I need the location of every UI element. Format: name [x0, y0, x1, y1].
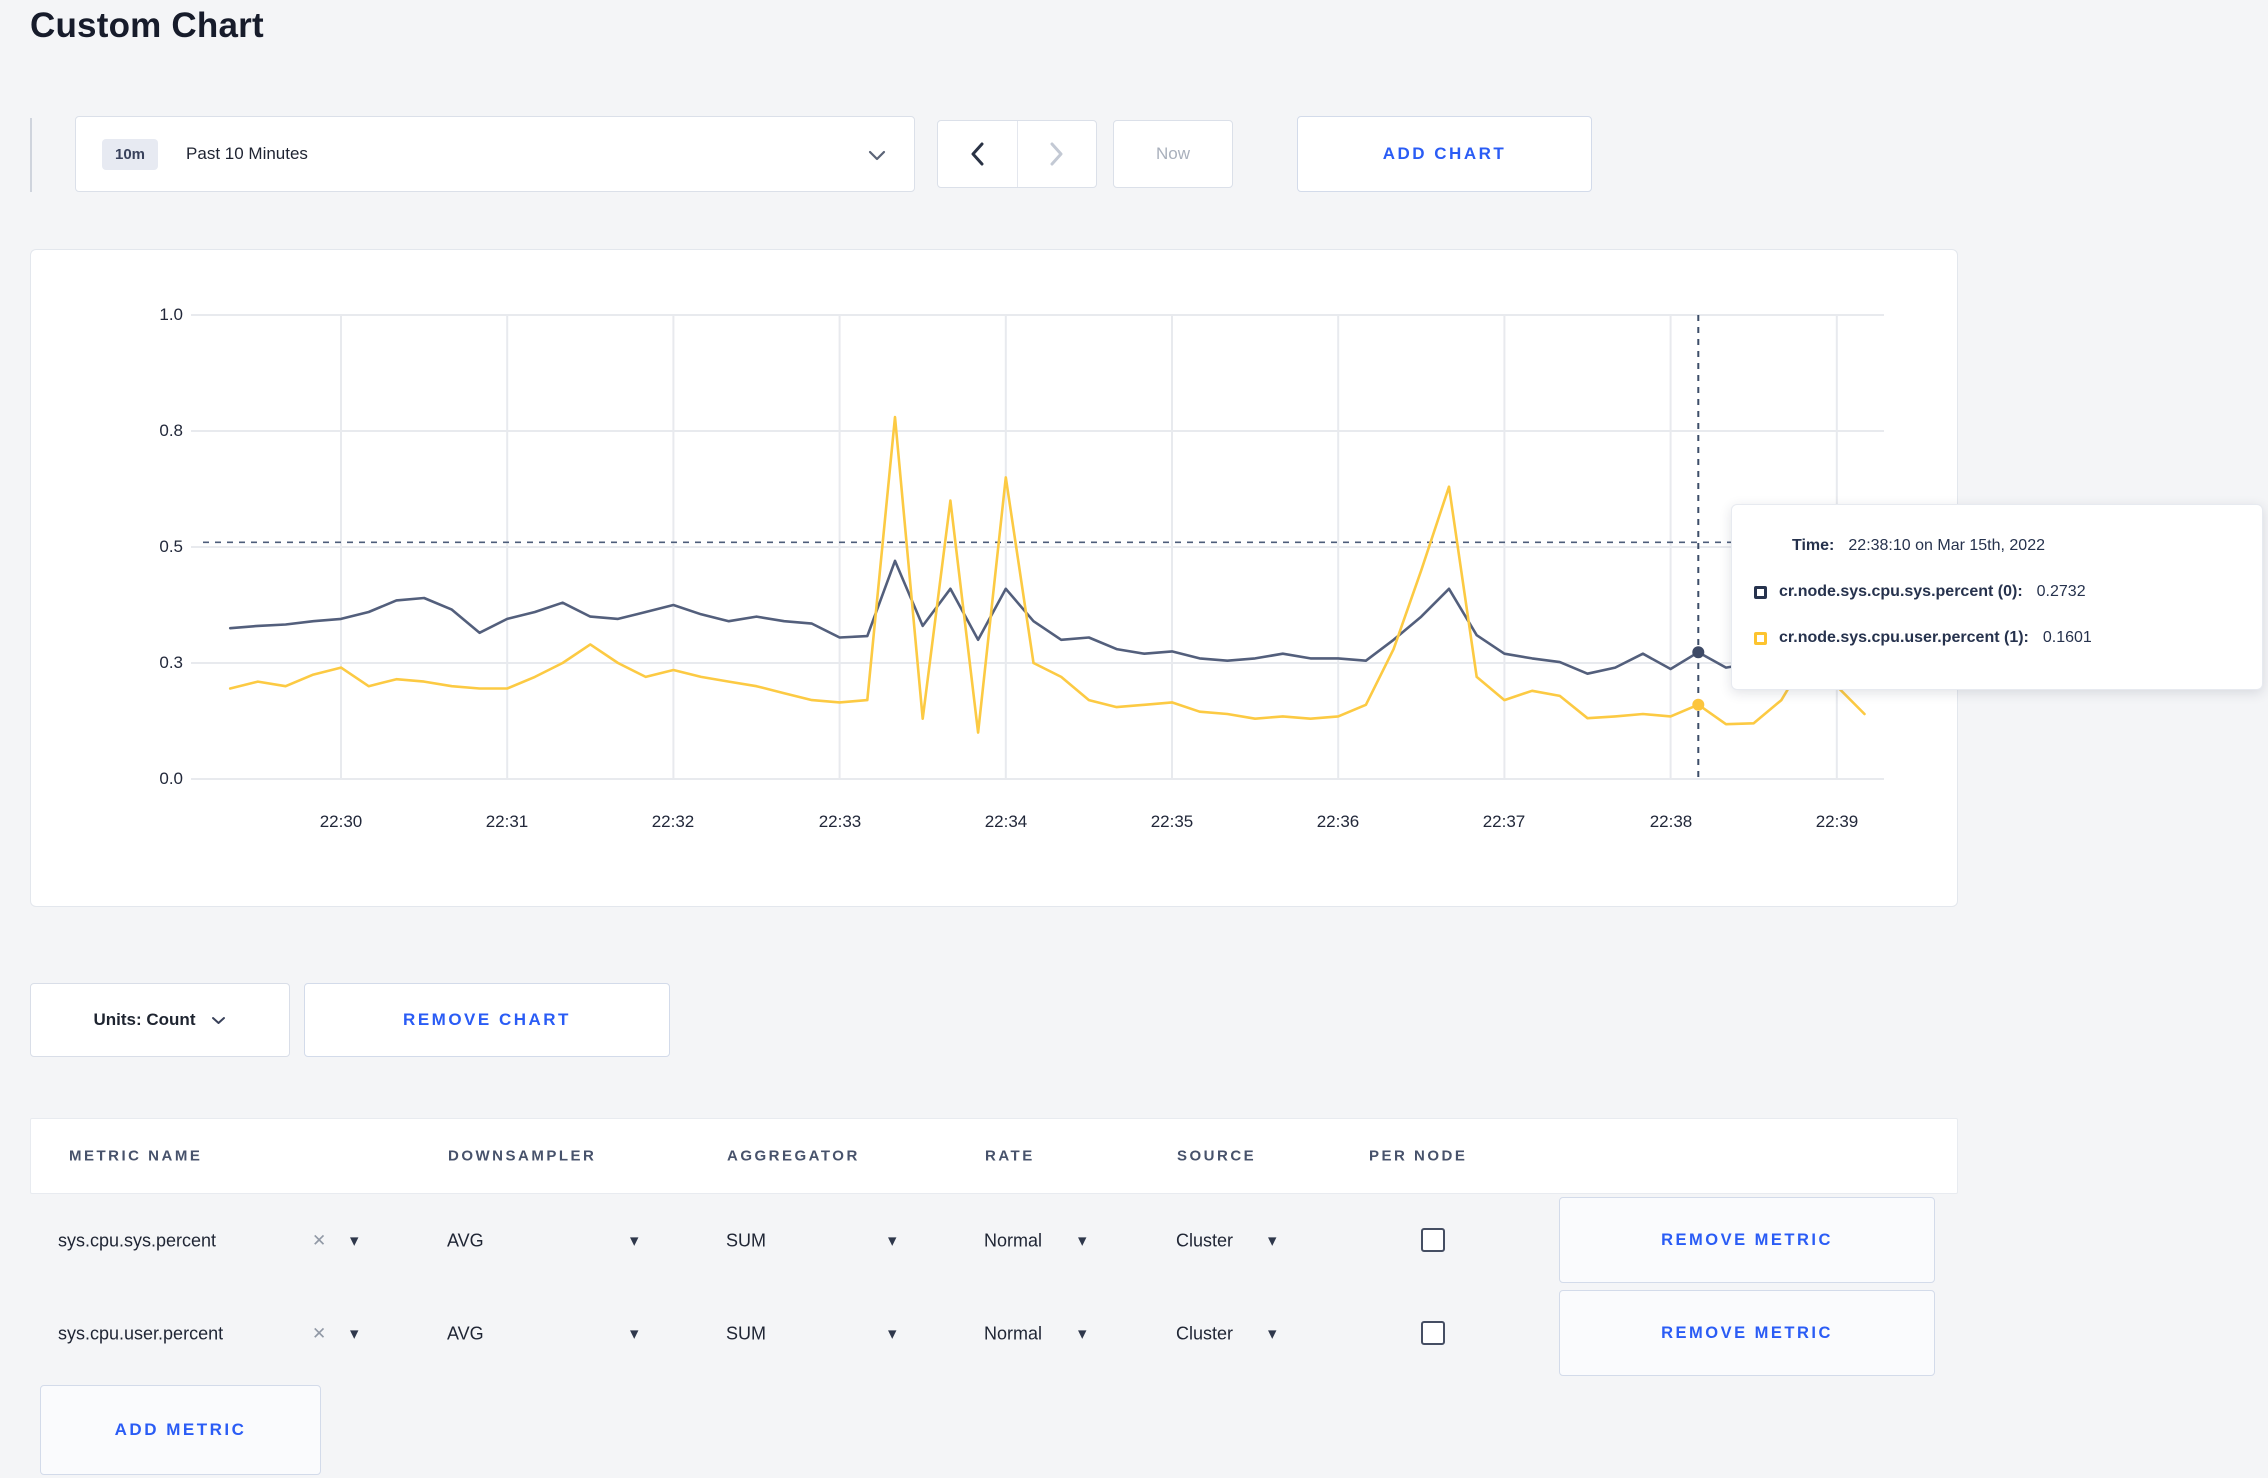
page-title: Custom Chart — [30, 6, 264, 45]
caret-down-icon[interactable]: ▼ — [630, 1234, 638, 1247]
add-metric-button[interactable]: ADD METRIC — [40, 1385, 321, 1475]
time-range-select[interactable]: 10m Past 10 Minutes — [75, 116, 915, 192]
metric-row: sys.cpu.user.percent ✕ ▼ AVG ▼ SUM ▼ Nor… — [0, 1287, 2268, 1380]
tooltip-series-value: 0.2732 — [2036, 583, 2086, 600]
x-axis-tick: 22:36 — [1316, 812, 1360, 831]
tooltip-swatch — [1754, 585, 1767, 599]
x-axis-tick: 22:39 — [1815, 812, 1859, 831]
chevron-down-icon — [868, 150, 886, 161]
tooltip-series-value: 0.1601 — [2042, 629, 2092, 646]
rate-select[interactable]: Normal — [984, 1230, 1042, 1251]
x-axis-tick: 22:37 — [1482, 812, 1526, 831]
caret-down-icon[interactable]: ▼ — [350, 1234, 358, 1247]
prev-time-button[interactable] — [938, 121, 1017, 187]
remove-metric-button[interactable]: REMOVE METRIC — [1559, 1197, 1935, 1283]
remove-metric-button[interactable]: REMOVE METRIC — [1559, 1290, 1935, 1376]
caret-down-icon[interactable]: ▼ — [888, 1327, 896, 1340]
toolbar-divider — [30, 118, 32, 192]
col-header-metric-name: METRIC NAME — [69, 1147, 203, 1165]
time-range-badge: 10m — [102, 138, 159, 170]
clear-metric-icon[interactable]: ✕ — [312, 1324, 326, 1344]
units-select[interactable]: Units: Count — [30, 983, 290, 1057]
metric-row: sys.cpu.sys.percent ✕ ▼ AVG ▼ SUM ▼ Norm… — [0, 1194, 2268, 1287]
caret-down-icon[interactable]: ▼ — [350, 1327, 358, 1340]
col-header-rate: RATE — [985, 1147, 1035, 1165]
caret-down-icon[interactable]: ▼ — [1268, 1234, 1276, 1247]
col-header-source: SOURCE — [1177, 1147, 1257, 1165]
x-axis-tick: 22:33 — [818, 812, 862, 831]
chevron-down-icon — [211, 1016, 226, 1025]
custom-chart-page: Custom Chart 10m Past 10 Minutes Now ADD… — [0, 0, 2268, 1478]
clear-metric-icon[interactable]: ✕ — [312, 1231, 326, 1251]
caret-down-icon[interactable]: ▼ — [1078, 1327, 1086, 1340]
remove-chart-button[interactable]: REMOVE CHART — [304, 983, 670, 1057]
y-axis-tick: 0.3 — [159, 653, 183, 672]
rate-select[interactable]: Normal — [984, 1323, 1042, 1344]
caret-down-icon[interactable]: ▼ — [1268, 1327, 1276, 1340]
caret-down-icon[interactable]: ▼ — [888, 1234, 896, 1247]
x-axis-tick: 22:35 — [1150, 812, 1194, 831]
x-axis-tick: 22:30 — [319, 812, 363, 831]
per-node-checkbox[interactable] — [1421, 1228, 1445, 1252]
chevron-left-icon — [970, 142, 984, 166]
y-axis-tick: 0.5 — [159, 537, 183, 556]
add-chart-button[interactable]: ADD CHART — [1297, 116, 1592, 192]
downsampler-select[interactable]: AVG — [447, 1230, 484, 1251]
per-node-checkbox[interactable] — [1421, 1321, 1445, 1345]
metric-name-value[interactable]: sys.cpu.sys.percent — [58, 1230, 216, 1251]
x-axis-tick: 22:32 — [651, 812, 695, 831]
chevron-right-icon — [1050, 142, 1064, 166]
next-time-button[interactable] — [1016, 121, 1097, 187]
col-header-aggregator: AGGREGATOR — [727, 1147, 860, 1165]
tooltip-time-value: 22:38:10 on Mar 15th, 2022 — [1848, 537, 2045, 554]
x-axis-tick: 22:34 — [984, 812, 1028, 831]
source-select[interactable]: Cluster — [1176, 1230, 1233, 1251]
x-axis-tick: 22:31 — [485, 812, 529, 831]
y-axis-tick: 1.0 — [159, 305, 183, 324]
col-header-downsampler: DOWNSAMPLER — [448, 1147, 597, 1165]
tooltip-series-label: cr.node.sys.cpu.sys.percent (0): — [1779, 583, 2023, 600]
downsampler-select[interactable]: AVG — [447, 1323, 484, 1344]
hover-tooltip: Time: 22:38:10 on Mar 15th, 2022 cr.node… — [1731, 504, 2263, 690]
tooltip-series-label: cr.node.sys.cpu.user.percent (1): — [1779, 629, 2029, 646]
now-button[interactable]: Now — [1113, 120, 1233, 188]
chart-card: 1.0 0.8 0.5 0.3 0.0 22:30 22:31 22:32 22… — [30, 249, 2263, 907]
tooltip-swatch — [1754, 631, 1767, 645]
y-axis-tick: 0.0 — [159, 769, 183, 788]
y-axis-tick: 0.8 — [159, 421, 183, 440]
source-select[interactable]: Cluster — [1176, 1323, 1233, 1344]
time-pager — [937, 120, 1097, 188]
x-axis-tick: 22:38 — [1649, 812, 1693, 831]
col-header-per-node: PER NODE — [1369, 1147, 1468, 1165]
metric-name-value[interactable]: sys.cpu.user.percent — [58, 1323, 223, 1344]
time-range-label: Past 10 Minutes — [186, 144, 308, 163]
caret-down-icon[interactable]: ▼ — [630, 1327, 638, 1340]
tooltip-time-label: Time: — [1792, 537, 1835, 554]
caret-down-icon[interactable]: ▼ — [1078, 1234, 1086, 1247]
units-label: Units: Count — [93, 1010, 196, 1029]
aggregator-select[interactable]: SUM — [726, 1323, 766, 1344]
metrics-table-header: METRIC NAME DOWNSAMPLER AGGREGATOR RATE … — [30, 1118, 1958, 1194]
aggregator-select[interactable]: SUM — [726, 1230, 766, 1251]
